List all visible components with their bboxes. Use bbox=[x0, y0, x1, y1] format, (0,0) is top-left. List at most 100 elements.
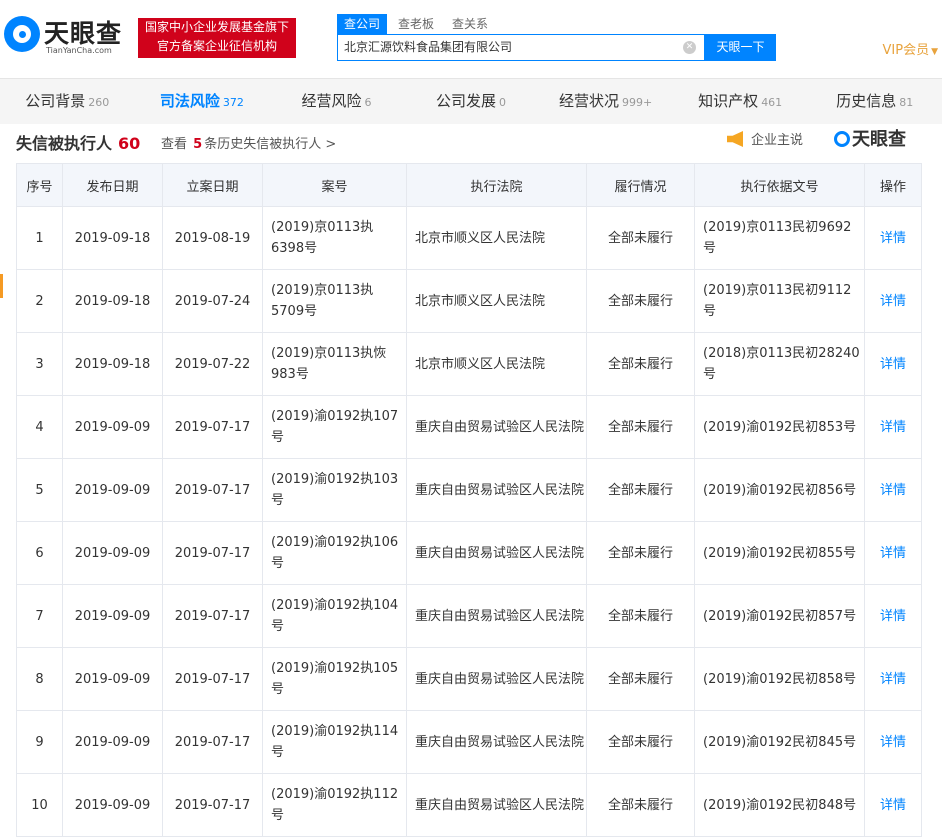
logo-domain: TianYanCha.com bbox=[46, 46, 112, 55]
col-header-action: 操作 bbox=[864, 163, 922, 207]
detail-link[interactable]: 详情 bbox=[864, 458, 922, 522]
detail-link[interactable]: 详情 bbox=[864, 584, 922, 648]
publish-date: 2019-09-09 bbox=[62, 521, 163, 585]
publish-date: 2019-09-09 bbox=[62, 395, 163, 459]
col-header-filing-date: 立案日期 bbox=[162, 163, 263, 207]
filing-date: 2019-07-17 bbox=[162, 584, 263, 648]
tab-count: 0 bbox=[499, 96, 507, 109]
eye-logo-icon bbox=[4, 16, 40, 52]
chevron-down-icon: ▼ bbox=[931, 47, 938, 57]
row-number: 1 bbox=[16, 206, 63, 270]
table-row: 6 2019-09-09 2019-07-17 (2019)渝0192执106号 重庆自… bbox=[16, 521, 922, 585]
search-input-value: 北京汇源饮料食品集团有限公司 bbox=[344, 40, 513, 54]
search-input[interactable]: 北京汇源饮料食品集团有限公司 ✕ bbox=[337, 34, 705, 61]
detail-link[interactable]: 详情 bbox=[864, 332, 922, 396]
publish-date: 2019-09-18 bbox=[62, 269, 163, 333]
detail-link[interactable]: 详情 bbox=[864, 206, 922, 270]
tab-history-info[interactable]: 历史信息 81 bbox=[807, 79, 942, 124]
filing-date: 2019-07-24 bbox=[162, 269, 263, 333]
case-number: (2019)渝0192执107号 bbox=[262, 395, 407, 459]
tab-count: 81 bbox=[899, 96, 914, 109]
table-row: 7 2019-09-09 2019-07-17 (2019)渝0192执104号 重庆自… bbox=[16, 584, 922, 648]
search-tab-boss[interactable]: 查老板 bbox=[391, 14, 441, 34]
col-header-publish-date: 发布日期 bbox=[62, 163, 163, 207]
basis-document: (2019)京0113民初9112号 bbox=[694, 269, 865, 333]
search-tab-company[interactable]: 查公司 bbox=[337, 14, 388, 34]
basis-document: (2019)渝0192民初856号 bbox=[694, 458, 865, 522]
top-header: 天眼查 TianYanCha.com 国家中小企业发展基金旗下 官方备案企业征信… bbox=[0, 0, 942, 78]
row-number: 6 bbox=[16, 521, 63, 585]
publish-date: 2019-09-09 bbox=[62, 584, 163, 648]
tab-company-development[interactable]: 公司发展 0 bbox=[404, 79, 539, 124]
table-row: 5 2019-09-09 2019-07-17 (2019)渝0192执103号 重庆自… bbox=[16, 458, 922, 522]
detail-link[interactable]: 详情 bbox=[864, 269, 922, 333]
official-banner: 国家中小企业发展基金旗下 官方备案企业征信机构 bbox=[138, 18, 296, 58]
court-name: 重庆自由贸易试验区人民法院 bbox=[406, 458, 587, 522]
court-name: 重庆自由贸易试验区人民法院 bbox=[406, 647, 587, 711]
col-header-court: 执行法院 bbox=[406, 163, 587, 207]
case-number: (2019)渝0192执114号 bbox=[262, 710, 407, 774]
company-voice-button[interactable]: 企业主说 bbox=[727, 129, 803, 148]
banner-line-1: 国家中小企业发展基金旗下 bbox=[144, 20, 289, 34]
row-number: 3 bbox=[16, 332, 63, 396]
tab-label: 公司背景 bbox=[25, 92, 86, 110]
history-count: 5 bbox=[193, 137, 203, 152]
vip-menu[interactable]: VIP会员 ▼ bbox=[883, 39, 939, 58]
detail-link[interactable]: 详情 bbox=[864, 395, 922, 459]
row-number: 7 bbox=[16, 584, 63, 648]
publish-date: 2019-09-09 bbox=[62, 458, 163, 522]
col-header-case-no: 案号 bbox=[262, 163, 407, 207]
publish-date: 2019-09-18 bbox=[62, 332, 163, 396]
court-name: 北京市顺义区人民法院 bbox=[406, 269, 587, 333]
logo-text: 天眼查 bbox=[44, 19, 123, 48]
court-name: 北京市顺义区人民法院 bbox=[406, 332, 587, 396]
section-count: 60 bbox=[118, 134, 141, 153]
tab-count: 6 bbox=[364, 96, 372, 109]
tab-operating-status[interactable]: 经营状况 999+ bbox=[538, 79, 673, 124]
case-number: (2019)京0113执5709号 bbox=[262, 269, 407, 333]
case-number: (2019)京0113执恢983号 bbox=[262, 332, 407, 396]
publish-date: 2019-09-09 bbox=[62, 647, 163, 711]
detail-link[interactable]: 详情 bbox=[864, 521, 922, 585]
fulfillment-status: 全部未履行 bbox=[586, 521, 695, 585]
table-row: 9 2019-09-09 2019-07-17 (2019)渝0192执114号 重庆自… bbox=[16, 710, 922, 774]
detail-link[interactable]: 详情 bbox=[864, 773, 922, 837]
tab-label: 知识产权 bbox=[698, 92, 759, 110]
clear-icon[interactable]: ✕ bbox=[683, 41, 696, 54]
fulfillment-status: 全部未履行 bbox=[586, 395, 695, 459]
tab-intellectual-property[interactable]: 知识产权 461 bbox=[673, 79, 808, 124]
basis-document: (2019)京0113民初9692号 bbox=[694, 206, 865, 270]
basis-document: (2019)渝0192民初845号 bbox=[694, 710, 865, 774]
case-number: (2019)渝0192执103号 bbox=[262, 458, 407, 522]
table-row: 2 2019-09-18 2019-07-24 (2019)京0113执5709号 北京… bbox=[16, 269, 922, 333]
tab-label: 经营状况 bbox=[558, 92, 619, 110]
court-name: 重庆自由贸易试验区人民法院 bbox=[406, 773, 587, 837]
publish-date: 2019-09-09 bbox=[62, 773, 163, 837]
history-link[interactable]: 查看 5 条历史失信被执行人 > bbox=[161, 133, 336, 152]
case-number: (2019)京0113执6398号 bbox=[262, 206, 407, 270]
row-number: 4 bbox=[16, 395, 63, 459]
speaker-icon bbox=[727, 131, 743, 147]
tab-judicial-risk[interactable]: 司法风险 372 bbox=[135, 79, 270, 124]
site-logo[interactable]: 天眼查 TianYanCha.com bbox=[4, 14, 132, 60]
detail-link[interactable]: 详情 bbox=[864, 710, 922, 774]
publish-date: 2019-09-18 bbox=[62, 206, 163, 270]
detail-link[interactable]: 详情 bbox=[864, 647, 922, 711]
search-button[interactable]: 天眼一下 bbox=[705, 34, 776, 61]
history-prefix: 查看 bbox=[161, 137, 188, 152]
court-name: 重庆自由贸易试验区人民法院 bbox=[406, 395, 587, 459]
banner-line-2: 官方备案企业征信机构 bbox=[156, 39, 277, 53]
tab-count: 461 bbox=[761, 96, 783, 109]
search-area: 查公司 查老板 查关系 北京汇源饮料食品集团有限公司 ✕ 天眼一下 bbox=[337, 14, 777, 61]
tab-count: 372 bbox=[222, 96, 244, 109]
section-header: 失信被执行人 60 查看 5 条历史失信被执行人 > 企业主说 天眼查 bbox=[0, 124, 942, 162]
search-tab-relation[interactable]: 查关系 bbox=[445, 14, 495, 34]
col-header-no: 序号 bbox=[16, 163, 63, 207]
publish-date: 2019-09-09 bbox=[62, 710, 163, 774]
court-name: 重庆自由贸易试验区人民法院 bbox=[406, 584, 587, 648]
brand-watermark: 天眼查 bbox=[834, 125, 906, 151]
table-row: 4 2019-09-09 2019-07-17 (2019)渝0192执107号 重庆自… bbox=[16, 395, 922, 459]
tab-operating-risk[interactable]: 经营风险 6 bbox=[269, 79, 404, 124]
case-number: (2019)渝0192执112号 bbox=[262, 773, 407, 837]
tab-company-background[interactable]: 公司背景 260 bbox=[0, 79, 135, 124]
